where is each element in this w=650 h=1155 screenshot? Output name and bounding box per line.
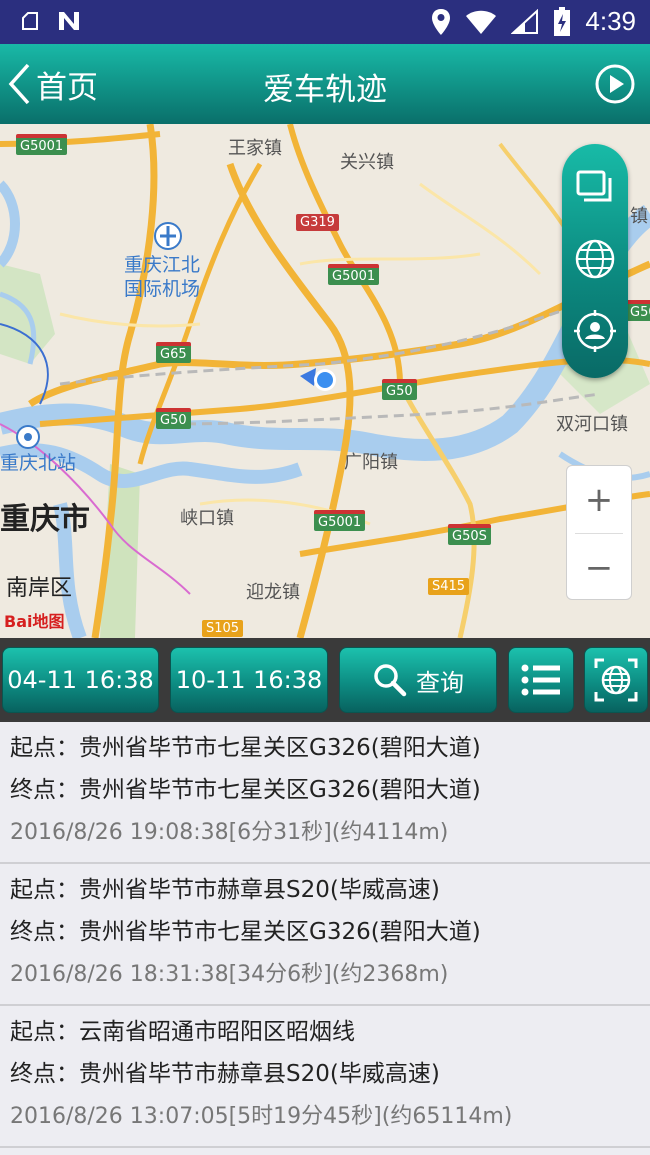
signal-icon <box>511 8 539 34</box>
play-icon <box>595 64 635 104</box>
road-shield: G50 <box>382 379 417 400</box>
map-label: 镇 <box>630 206 648 227</box>
query-toolbar: 04-11 16:38 10-11 16:38 查询 <box>0 638 650 722</box>
map-label: 王家镇 <box>228 138 282 159</box>
trip-info: 2016/8/26 19:08:38[6分31秒](约4114m) <box>10 820 449 845</box>
list-view-button[interactable] <box>508 647 574 713</box>
locate-user-button[interactable] <box>572 308 618 354</box>
map-label-district: 南岸区 <box>6 576 73 601</box>
query-label: 查询 <box>416 668 464 697</box>
road-shield: G5001 <box>16 134 68 155</box>
end-time-button[interactable]: 10-11 16:38 <box>170 647 328 713</box>
query-button[interactable]: 查询 <box>339 647 497 713</box>
trip-start: 起点：贵州省毕节市七星关区G326(碧阳大道) <box>10 735 481 761</box>
map-label: 双河口镇 <box>556 414 628 435</box>
baidu-map-logo: Bai地图 <box>4 612 65 631</box>
globe-frame-icon <box>594 658 638 702</box>
zoom-in-button[interactable]: + <box>567 466 631 533</box>
map-label-station: 重庆北站 <box>0 452 77 474</box>
battery-charging-icon <box>554 6 571 36</box>
trip-item[interactable]: 起点：云南省昭通市昭阳区昭烟线 终点：贵州省毕节市赫章县S20(毕威高速) 20… <box>0 1006 650 1148</box>
map-label: 关兴镇 <box>340 152 394 173</box>
trip-end: 终点：贵州省毕节市赫章县S20(毕威高速) <box>10 1061 440 1087</box>
road-shield: G5001 <box>328 264 380 285</box>
status-bar: 4:39 <box>0 0 650 44</box>
road-shield: G65 <box>156 342 191 363</box>
globe-button[interactable] <box>572 236 618 282</box>
map-label-airport: 重庆江北 <box>124 254 201 276</box>
zoom-out-button[interactable]: − <box>567 534 631 601</box>
play-button[interactable] <box>594 63 636 109</box>
map-fit-button[interactable] <box>584 647 648 713</box>
map-base <box>0 124 650 638</box>
map-label: 峡口镇 <box>180 508 234 529</box>
person-target-icon <box>574 310 616 352</box>
trip-item[interactable]: 起点：贵州省毕节市七星关区G326(碧阳大道) 终点：贵州省毕节市七星关区G32… <box>0 722 650 864</box>
map-tools-panel <box>562 144 628 378</box>
trip-end: 终点：贵州省毕节市七星关区G326(碧阳大道) <box>10 777 481 803</box>
road-shield: G50S <box>448 524 491 545</box>
clipboard-icon <box>22 12 38 30</box>
road-shield: G50 <box>156 408 191 429</box>
trip-info: 2016/8/26 18:31:38[34分6秒](约2368m) <box>10 962 449 987</box>
n-logo-icon <box>59 12 79 30</box>
page-title: 爱车轨迹 <box>263 72 387 108</box>
road-shield: G319 <box>296 214 339 231</box>
start-time-button[interactable]: 04-11 16:38 <box>2 647 159 713</box>
map-label-airport: 国际机场 <box>124 278 201 300</box>
road-shield: G50S <box>626 300 650 321</box>
list-icon <box>521 664 560 696</box>
map-view[interactable]: 王家镇 关兴镇 弘 镇 重庆江北 国际机场 双河口镇 重庆北站 重庆市 广阳镇 … <box>0 124 650 638</box>
map-label-city: 重庆市 <box>0 502 90 537</box>
road-shield: S415 <box>428 578 470 595</box>
search-icon <box>374 664 407 697</box>
clock: 4:39 <box>585 6 636 36</box>
globe-icon <box>575 239 615 279</box>
trip-start: 起点：贵州省毕节市赫章县S20(毕威高速) <box>10 877 440 903</box>
app-header: 首页 爱车轨迹 <box>0 44 650 124</box>
map-label: 广阳镇 <box>344 452 398 473</box>
map-label: 迎龙镇 <box>246 582 300 603</box>
zoom-control: + − <box>566 465 632 600</box>
road-shield: G5001 <box>314 510 366 531</box>
road-shield: S105 <box>202 620 244 637</box>
trip-info: 2016/8/26 13:07:05[5时19分45秒](约65114m) <box>10 1104 513 1129</box>
layers-icon <box>576 170 612 202</box>
location-icon <box>432 8 451 35</box>
trip-start: 起点：云南省昭通市昭阳区昭烟线 <box>10 1019 355 1045</box>
trip-item[interactable]: 起点：贵州省毕节市赫章县S20(毕威高速) 终点：贵州省毕节市七星关区G326(… <box>0 864 650 1006</box>
wifi-icon <box>466 10 497 34</box>
trip-end: 终点：贵州省毕节市七星关区G326(碧阳大道) <box>10 919 481 945</box>
layers-button[interactable] <box>572 164 618 210</box>
